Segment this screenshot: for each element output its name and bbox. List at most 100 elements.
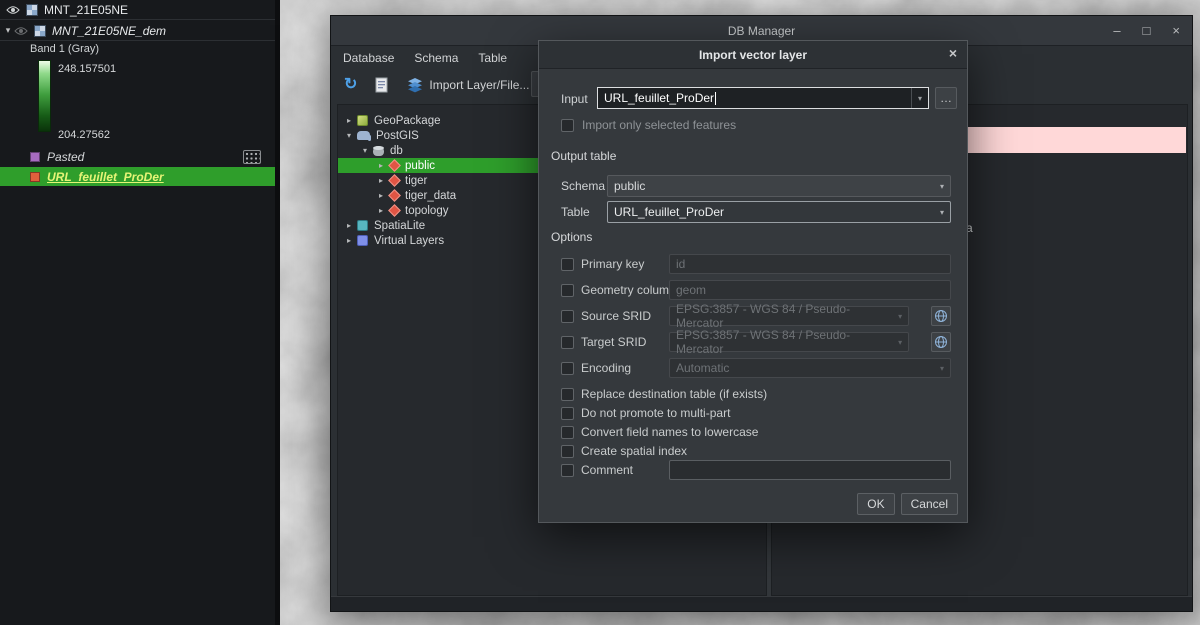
no-multipart-checkbox[interactable]: [561, 407, 574, 420]
source-srid-combobox[interactable]: EPSG:3857 - WGS 84 / Pseudo-Mercator: [669, 306, 909, 326]
expander-icon[interactable]: [375, 161, 387, 170]
output-table-section-label: Output table: [551, 149, 616, 163]
ok-button[interactable]: OK: [857, 493, 894, 515]
schema-icon: [388, 189, 401, 202]
option-label: Replace destination table (if exists): [581, 387, 767, 401]
layer-row-pasted[interactable]: Pasted: [0, 147, 275, 166]
lowercase-fields-checkbox[interactable]: [561, 426, 574, 439]
source-srid-checkbox[interactable]: [561, 310, 574, 323]
dropdown-arrow-icon: [934, 364, 950, 373]
layers-panel: MNT_21E05NE ▾ MNT_21E05NE_dem Band 1 (Gr…: [0, 0, 280, 625]
encoding-checkbox[interactable]: [561, 362, 574, 375]
comment-field[interactable]: [669, 460, 951, 480]
import-only-selected-label: Import only selected features: [582, 118, 736, 132]
target-srid-checkbox[interactable]: [561, 336, 574, 349]
band-label: Band 1 (Gray): [30, 43, 99, 55]
cancel-button[interactable]: Cancel: [901, 493, 958, 515]
dropdown-arrow-icon[interactable]: [911, 88, 928, 108]
schema-value: public: [614, 179, 645, 193]
spatial-index-checkbox[interactable]: [561, 445, 574, 458]
layer-name: Pasted: [47, 150, 84, 164]
options-section-label: Options: [551, 230, 592, 244]
encoding-combobox[interactable]: Automatic: [669, 358, 951, 378]
expander-icon[interactable]: [343, 221, 355, 230]
expander-icon[interactable]: [375, 191, 387, 200]
layer-row-mnt[interactable]: MNT_21E05NE: [0, 0, 275, 20]
input-value: URL_feuillet_ProDer: [604, 91, 714, 105]
dialog-titlebar[interactable]: Import vector layer ×: [539, 41, 967, 69]
import-only-selected-checkbox[interactable]: [561, 119, 574, 132]
input-combobox[interactable]: URL_feuillet_ProDer: [597, 87, 929, 109]
encoding-value: Automatic: [676, 361, 729, 375]
layer-row-selected[interactable]: URL_feuillet_ProDer: [0, 167, 275, 186]
input-label: Input: [561, 92, 588, 106]
tree-label: Virtual Layers: [374, 235, 444, 247]
option-label: Primary key: [581, 257, 644, 271]
layer-name: URL_feuillet_ProDer: [47, 170, 164, 184]
table-combobox[interactable]: URL_feuillet_ProDer: [607, 201, 951, 223]
option-source-srid: Source SRID EPSG:3857 - WGS 84 / Pseudo-…: [561, 306, 951, 326]
option-label: Source SRID: [581, 309, 651, 323]
expander-icon[interactable]: [359, 146, 371, 155]
globe-icon: [934, 335, 948, 349]
expander-icon[interactable]: [343, 116, 355, 125]
option-label: Do not promote to multi-part: [581, 406, 730, 420]
menu-table[interactable]: Table: [478, 51, 507, 65]
menu-schema[interactable]: Schema: [414, 51, 458, 65]
dialog-close-icon[interactable]: ×: [949, 45, 957, 61]
screen: MNT_21E05NE ▾ MNT_21E05NE_dem Band 1 (Gr…: [0, 0, 1200, 625]
visibility-eye-icon-dim[interactable]: [14, 26, 28, 36]
import-vector-layer-dialog: Import vector layer × Input URL_feuillet…: [538, 40, 968, 523]
replace-table-checkbox[interactable]: [561, 388, 574, 401]
select-crs-button[interactable]: [931, 306, 951, 326]
schema-combobox[interactable]: public: [607, 175, 951, 197]
expander-icon[interactable]: [375, 176, 387, 185]
refresh-icon: ↻: [344, 77, 357, 93]
import-layer-button[interactable]: Import Layer/File...: [404, 74, 532, 96]
sql-document-icon: [375, 77, 389, 93]
option-label: Create spatial index: [581, 444, 687, 458]
visibility-eye-icon[interactable]: [6, 5, 20, 15]
close-button[interactable]: ×: [1172, 23, 1180, 38]
database-icon: [373, 146, 384, 156]
expander-icon[interactable]: ▾: [2, 25, 14, 36]
expander-icon[interactable]: [375, 206, 387, 215]
expander-icon[interactable]: [343, 236, 355, 245]
dropdown-arrow-icon: [934, 208, 950, 217]
option-label: Convert field names to lowercase: [581, 425, 758, 439]
virtual-layers-icon: [357, 235, 368, 246]
maximize-button[interactable]: □: [1143, 23, 1151, 38]
refresh-button[interactable]: ↻: [341, 74, 360, 96]
primary-key-field[interactable]: id: [669, 254, 951, 274]
import-layer-label: Import Layer/File...: [429, 78, 529, 92]
layer-grid-indicator-icon[interactable]: [243, 150, 261, 164]
window-title: DB Manager: [728, 24, 795, 38]
primary-key-checkbox[interactable]: [561, 258, 574, 271]
geometry-column-checkbox[interactable]: [561, 284, 574, 297]
expander-icon[interactable]: [343, 131, 355, 140]
schema-label: Schema: [561, 179, 605, 193]
layer-name: MNT_21E05NE: [44, 3, 128, 17]
table-label: Table: [561, 205, 590, 219]
schema-icon: [388, 174, 401, 187]
option-no-multipart: Do not promote to multi-part: [561, 403, 951, 423]
sql-window-button[interactable]: [372, 74, 392, 96]
dropdown-arrow-icon: [892, 338, 908, 347]
menu-database[interactable]: Database: [343, 51, 394, 65]
option-label: Target SRID: [581, 335, 646, 349]
target-srid-combobox[interactable]: EPSG:3857 - WGS 84 / Pseudo-Mercator: [669, 332, 909, 352]
srid-value: EPSG:3857 - WGS 84 / Pseudo-Mercator: [676, 328, 892, 356]
option-lowercase-fields: Convert field names to lowercase: [561, 422, 951, 442]
ramp-max-value: 248.157501: [58, 63, 116, 75]
option-label: Comment: [581, 463, 633, 477]
layer-row-dem[interactable]: ▾ MNT_21E05NE_dem: [0, 21, 275, 41]
ramp-min-value: 204.27562: [58, 129, 110, 141]
geometry-column-field[interactable]: geom: [669, 280, 951, 300]
browse-button[interactable]: …: [935, 87, 957, 109]
vector-layer-swatch: [30, 172, 40, 182]
minimize-button[interactable]: –: [1113, 23, 1120, 38]
comment-checkbox[interactable]: [561, 464, 574, 477]
select-crs-button[interactable]: [931, 332, 951, 352]
tree-label: PostGIS: [376, 130, 419, 142]
raster-layer-icon: [34, 25, 46, 37]
